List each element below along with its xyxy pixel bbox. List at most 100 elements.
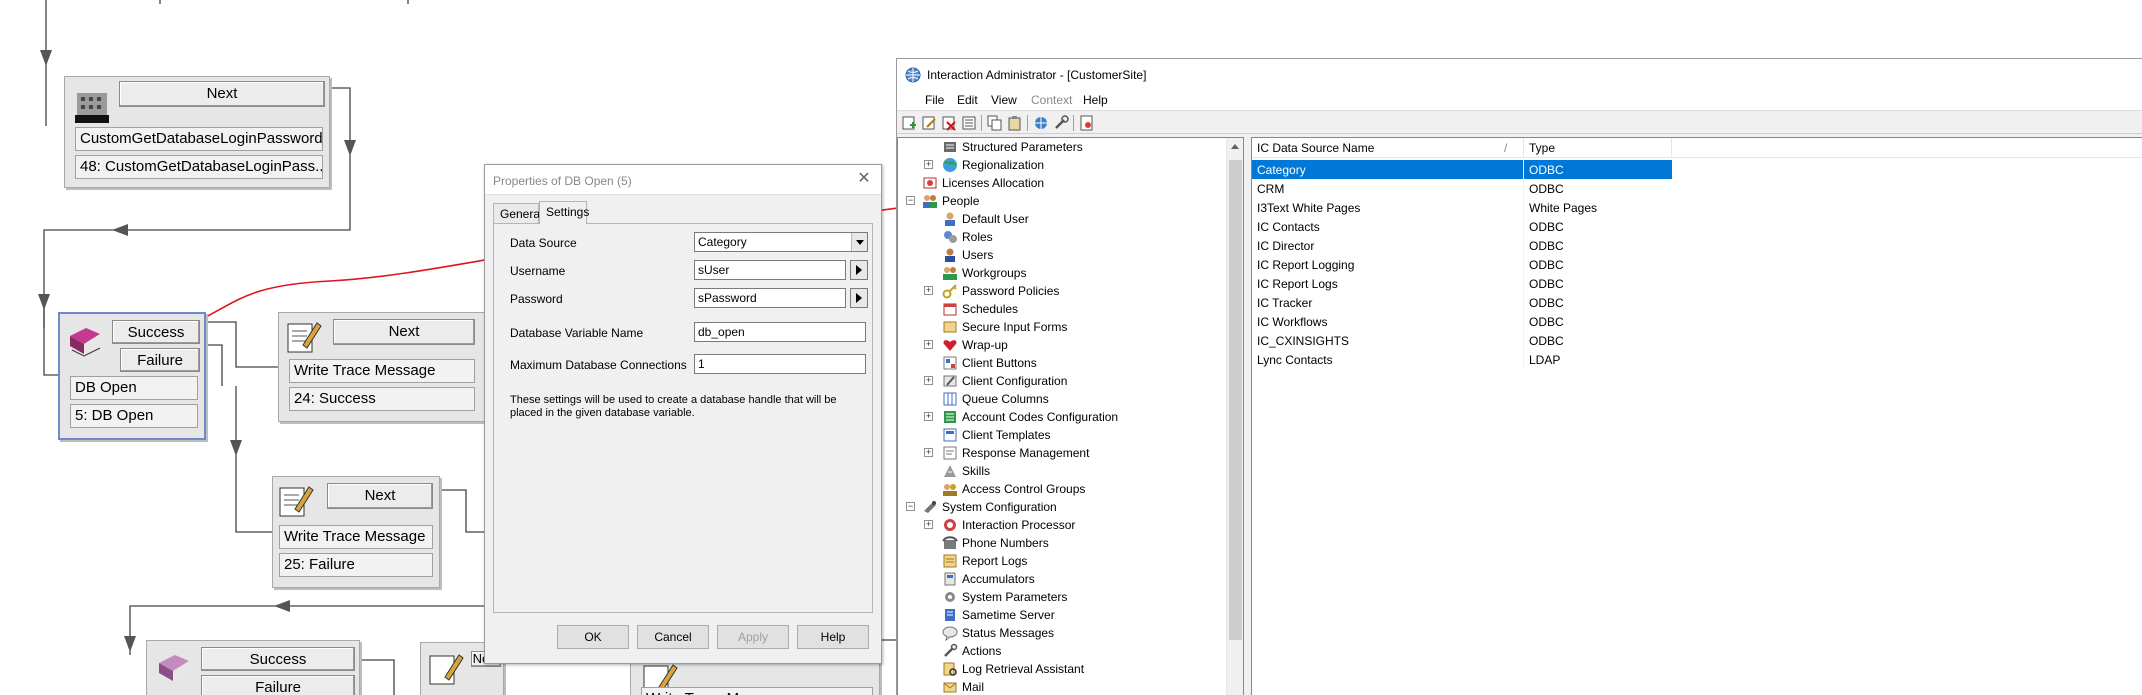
tree-item-client-templates[interactable]: Client Templates	[898, 426, 1218, 444]
server-globe-icon[interactable]	[1033, 115, 1049, 131]
menu-view[interactable]: View	[991, 93, 1017, 107]
column-header-type[interactable]: Type	[1524, 138, 1672, 158]
tree-item-status-messages[interactable]: Status Messages	[898, 624, 1218, 642]
new-icon[interactable]	[901, 115, 917, 131]
table-row[interactable]: I3Text White Pages White Pages	[1252, 198, 1672, 217]
expand-icon[interactable]: +	[924, 286, 933, 295]
tree-item-licenses-allocation[interactable]: Licenses Allocation	[898, 174, 1218, 192]
db-variable-field[interactable]: db_open	[694, 322, 866, 342]
expand-icon[interactable]: +	[924, 340, 933, 349]
tree-item-regionalization[interactable]: + Regionalization	[898, 156, 1218, 174]
tree-item-account-codes[interactable]: + Account Codes Configuration	[898, 408, 1218, 426]
report-icon[interactable]	[1079, 115, 1095, 131]
table-row[interactable]: CRM ODBC	[1252, 179, 1672, 198]
tree-item-secure-input-forms[interactable]: Secure Input Forms	[898, 318, 1218, 336]
table-row[interactable]: Category ODBC	[1252, 160, 1672, 179]
max-connections-field[interactable]: 1	[694, 354, 866, 374]
exit-success-button[interactable]: Success	[201, 647, 355, 671]
tree-item-structured-parameters[interactable]: Structured Parameters	[898, 138, 1218, 156]
apply-button[interactable]: Apply	[717, 625, 789, 649]
table-row[interactable]: IC Report Logging ODBC	[1252, 255, 1672, 274]
tree-item-system-configuration[interactable]: − System Configuration	[898, 498, 1218, 516]
tree-item-queue-columns[interactable]: Queue Columns	[898, 390, 1218, 408]
collapse-icon[interactable]: −	[906, 196, 915, 205]
exit-next-button[interactable]: Next	[327, 483, 433, 509]
table-row[interactable]: IC Tracker ODBC	[1252, 293, 1672, 312]
tree-item-mail[interactable]: Mail	[898, 678, 1218, 695]
exit-next-button[interactable]: Next	[333, 319, 475, 345]
tree-item-wrap-up[interactable]: + Wrap-up	[898, 336, 1218, 354]
table-row[interactable]: IC Workflows ODBC	[1252, 312, 1672, 331]
tree-item-sametime-server[interactable]: Sametime Server	[898, 606, 1218, 624]
flow-node-write-trace-success[interactable]: Next Write Trace Message 24: Success	[278, 312, 486, 422]
tree-item-client-configuration[interactable]: + Client Configuration	[898, 372, 1218, 390]
flow-node-db-bottom[interactable]: Success Failure	[146, 640, 360, 695]
tree-item-client-buttons[interactable]: Client Buttons	[898, 354, 1218, 372]
menu-edit[interactable]: Edit	[957, 93, 978, 107]
help-button[interactable]: Help	[797, 625, 869, 649]
exit-failure-button[interactable]: Failure	[120, 348, 200, 372]
data-source-combo[interactable]: Category	[694, 232, 868, 252]
arrowhead	[274, 600, 290, 612]
tree-item-accumulators[interactable]: Accumulators	[898, 570, 1218, 588]
delete-icon[interactable]	[941, 115, 957, 131]
chevron-down-icon[interactable]	[851, 233, 867, 251]
tab-general[interactable]: General	[493, 203, 543, 223]
tree-item-report-logs[interactable]: Report Logs	[898, 552, 1218, 570]
ok-button[interactable]: OK	[557, 625, 629, 649]
table-row[interactable]: IC Contacts ODBC	[1252, 217, 1672, 236]
menu-file[interactable]: File	[925, 93, 944, 107]
flow-node-db-open[interactable]: Success Failure DB Open 5: DB Open	[58, 312, 206, 440]
flow-node-custom-get-db-login[interactable]: Next CustomGetDatabaseLoginPassword 48: …	[64, 76, 330, 188]
scroll-up-icon[interactable]	[1231, 144, 1239, 149]
expand-icon[interactable]: +	[924, 520, 933, 529]
close-icon[interactable]: ✕	[855, 170, 873, 188]
expand-icon[interactable]: +	[924, 448, 933, 457]
tree-item-system-parameters[interactable]: System Parameters	[898, 588, 1218, 606]
tree-item-people[interactable]: − People	[898, 192, 1218, 210]
table-row[interactable]: IC_CXINSIGHTS ODBC	[1252, 331, 1672, 350]
tree-item-access-control-groups[interactable]: Access Control Groups	[898, 480, 1218, 498]
table-row[interactable]: IC Report Logs ODBC	[1252, 274, 1672, 293]
tree-item-workgroups[interactable]: Workgroups	[898, 264, 1218, 282]
username-expression-button[interactable]	[850, 260, 868, 280]
password-expression-button[interactable]	[850, 288, 868, 308]
tree-scrollbar[interactable]	[1226, 138, 1243, 695]
expand-icon[interactable]: +	[924, 160, 933, 169]
table-row[interactable]: IC Director ODBC	[1252, 236, 1672, 255]
password-field[interactable]: sPassword	[694, 288, 846, 308]
admin-titlebar[interactable]: Interaction Administrator - [CustomerSit…	[897, 59, 2142, 89]
paste-icon[interactable]	[1007, 115, 1023, 131]
table-row[interactable]: Lync Contacts LDAP	[1252, 350, 1672, 369]
expand-icon[interactable]: +	[924, 376, 933, 385]
tree-item-schedules[interactable]: Schedules	[898, 300, 1218, 318]
tree-item-log-retrieval-assistant[interactable]: Log Retrieval Assistant	[898, 660, 1218, 678]
tree-item-roles[interactable]: Roles	[898, 228, 1218, 246]
exit-success-button[interactable]: Success	[112, 320, 200, 344]
exit-failure-button[interactable]: Failure	[201, 675, 355, 695]
tree-item-response-management[interactable]: + Response Management	[898, 444, 1218, 462]
tree-item-interaction-processor[interactable]: + Interaction Processor	[898, 516, 1218, 534]
menu-context[interactable]: Context	[1031, 93, 1072, 107]
dialog-titlebar[interactable]: Properties of DB Open (5) ✕	[485, 165, 881, 195]
scroll-thumb[interactable]	[1229, 160, 1242, 640]
exit-next-button[interactable]: Next	[119, 81, 325, 107]
flow-node-write-trace-failure[interactable]: Next Write Trace Message 25: Failure	[272, 476, 440, 588]
column-header-name[interactable]: IC Data Source Name /	[1252, 138, 1524, 158]
tree-item-skills[interactable]: Skills	[898, 462, 1218, 480]
menu-help[interactable]: Help	[1083, 93, 1108, 107]
copy-icon[interactable]	[987, 115, 1003, 131]
username-field[interactable]: sUser	[694, 260, 846, 280]
tree-item-users[interactable]: Users	[898, 246, 1218, 264]
properties-icon[interactable]	[961, 115, 977, 131]
edit-icon[interactable]	[921, 115, 937, 131]
tree-item-phone-numbers[interactable]: Phone Numbers	[898, 534, 1218, 552]
tree-item-actions[interactable]: Actions	[898, 642, 1218, 660]
expand-icon[interactable]: +	[924, 412, 933, 421]
cancel-button[interactable]: Cancel	[637, 625, 709, 649]
collapse-icon[interactable]: −	[906, 502, 915, 511]
tree-item-password-policies[interactable]: + Password Policies	[898, 282, 1218, 300]
tree-item-default-user[interactable]: Default User	[898, 210, 1218, 228]
tools-icon[interactable]	[1053, 115, 1069, 131]
tab-settings[interactable]: Settings	[539, 201, 589, 224]
